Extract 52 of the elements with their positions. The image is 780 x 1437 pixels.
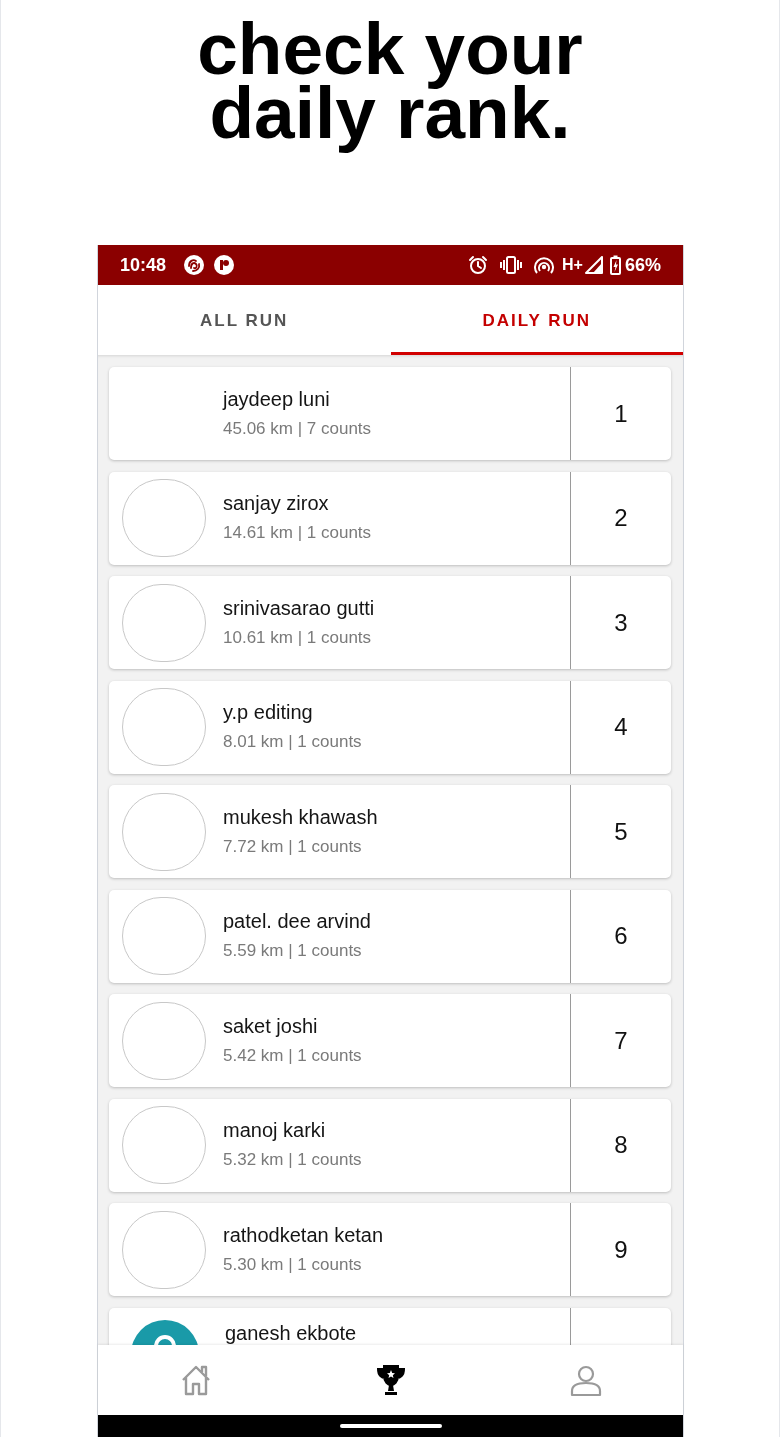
rank-number: 9 [614,1237,628,1262]
runner-name: y.p editing [223,700,314,724]
rank-number: 1 [614,401,628,426]
leaderboard-card[interactable]: saket joshi 5.42 km | 1 counts 7 [109,994,671,1087]
network-type: H+ [562,257,583,273]
runner-name: srinivasarao gutti [223,595,376,620]
runner-name: jaydeep luni [223,386,331,411]
run-stats: 5.42 km | 1 counts [223,1044,363,1067]
runner-name: ganesh ekbote [225,1321,358,1344]
headline: check your daily rank. [196,15,584,155]
run-stats: 5.32 km | 1 counts [223,1149,363,1171]
runner-name: mukesh khawash [223,804,379,829]
leaderboard-card[interactable]: y.p editing 8.01 km | 1 counts 4 [109,680,671,774]
leaderboard-card[interactable]: sanjay zirox 14.61 km | 1 counts 2 [109,471,671,565]
run-stats: 10.61 km | 1 counts [223,626,373,649]
notification-swirl-icon [184,255,205,275]
run-stats: 45.06 km | 7 counts [223,417,373,440]
leaderboard-card[interactable]: rathodketan ketan 5.30 km | 1 counts 9 [109,1203,671,1296]
notification-app-icon [214,255,235,275]
leaderboard-card[interactable]: srinivasarao gutti 10.61 km | 1 counts 3 [109,576,671,669]
vibrate-icon [500,256,523,274]
leaderboard-card[interactable]: mukesh khawash 7.72 km | 1 counts 5 [109,785,671,878]
runner-name: patel. dee arvind [223,909,372,933]
leaderboard-card[interactable]: jaydeep luni 45.06 km | 7 counts 1 [109,367,671,460]
run-stats: 8.01 km | 1 counts [223,731,363,753]
run-stats: 5.30 km | 1 counts [223,1253,363,1276]
rank-number: 4 [614,715,628,739]
run-stats: 5.59 km | 1 counts [223,940,363,962]
signal-icon [584,256,603,274]
alarm-icon [468,255,489,275]
person-icon [568,1363,603,1397]
rank-number: 3 [614,610,628,635]
leaderboard-card[interactable]: ganesh ekbote [109,1307,671,1345]
runner-name: sanjay zirox [223,491,330,515]
hotspot-icon [534,256,555,274]
rank-number: 7 [614,1028,628,1053]
rank-number: 8 [614,1133,628,1157]
rank-number: 2 [614,506,628,530]
home-indicator[interactable] [339,1424,442,1428]
runner-name: saket joshi [223,1013,319,1038]
battery-charging-icon [609,255,621,275]
leaderboard-card[interactable]: patel. dee arvind 5.59 km | 1 counts 6 [109,889,671,983]
clock-time: 10:48 [120,256,167,274]
tab[interactable]: ALL RUN [98,285,391,355]
run-stats: 7.72 km | 1 counts [223,835,363,858]
runner-name: manoj karki [223,1118,327,1142]
leaderboard-card[interactable]: manoj karki 5.32 km | 1 counts 8 [109,1098,671,1192]
rank-number: 6 [614,924,628,948]
battery-percent: 66% [624,256,661,274]
run-stats: 14.61 km | 1 counts [223,522,373,544]
rank-number: 5 [614,819,628,844]
runner-name: rathodketan ketan [223,1222,385,1247]
